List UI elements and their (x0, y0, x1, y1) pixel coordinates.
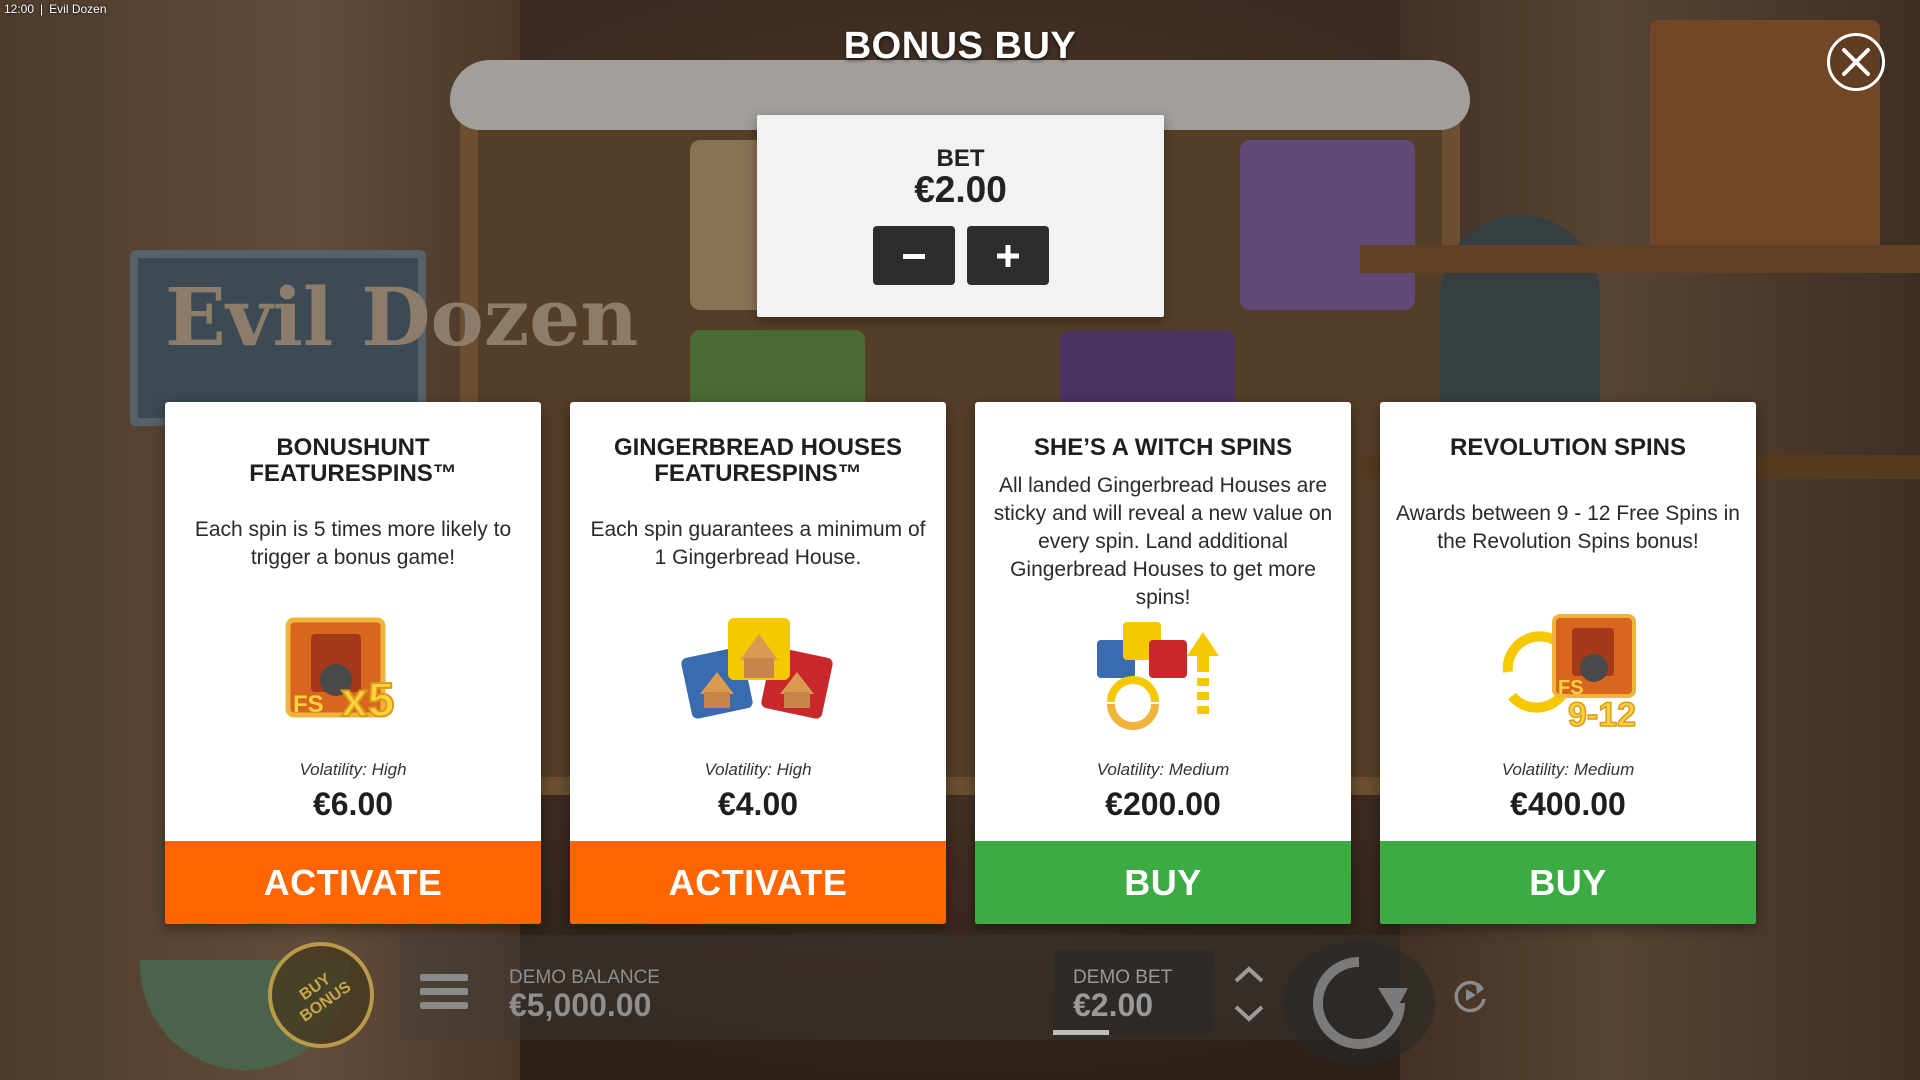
card-title: GINGERBREAD HOUSES FEATURESPINS™ (613, 434, 903, 487)
card-price: €4.00 (717, 786, 799, 822)
card-price: €200.00 (1105, 786, 1221, 822)
witch-spins-icon (1097, 622, 1219, 730)
demo-bet-indicator (1053, 1030, 1109, 1035)
buy-button[interactable]: BUY (1380, 841, 1756, 924)
bonus-card-gingerbread-houses: GINGERBREAD HOUSES FEATURESPINS™ Each sp… (570, 402, 946, 924)
demo-bet-label: DEMO BET (1073, 967, 1173, 988)
svg-text:FS: FS (293, 691, 324, 718)
volatility-label: Volatility: High (704, 760, 812, 779)
hamburger-menu-icon[interactable] (420, 974, 468, 1014)
card-title: BONUSHUNT FEATURESPINS™ (249, 434, 457, 487)
buy-bonus-button[interactable]: BUY BONUS (268, 942, 374, 1048)
demo-bet-value: €2.00 (1073, 987, 1154, 1023)
bonus-card-witch-spins: SHE’S A WITCH SPINS All landed Gingerbre… (975, 402, 1351, 924)
card-title: REVOLUTION SPINS (1449, 434, 1687, 461)
page-title: BONUS BUY (843, 25, 1077, 67)
buy-button[interactable]: BUY (975, 841, 1351, 924)
autoplay-icon[interactable] (1450, 975, 1490, 1015)
close-button[interactable] (1827, 33, 1885, 91)
card-title: SHE’S A WITCH SPINS (1033, 434, 1293, 461)
featurespins-x5-icon: FS x5 (285, 617, 395, 728)
minus-icon (903, 253, 925, 259)
card-price: €6.00 (312, 786, 394, 822)
bonus-card-revolution-spins: REVOLUTION SPINS Awards between 9 - 12 F… (1380, 402, 1756, 924)
bet-panel: BET €2.00 (757, 115, 1164, 317)
svg-text:x5: x5 (341, 674, 394, 727)
decrease-bet-button[interactable] (873, 226, 955, 285)
separator: | (40, 2, 44, 16)
spin-icon (1313, 957, 1408, 1049)
volatility-label: Volatility: Medium (1501, 760, 1635, 779)
bet-up-down-icon[interactable] (1232, 963, 1266, 1025)
card-description: Each spin is 5 times more likely to trig… (194, 518, 512, 569)
window-title: Evil Dozen (49, 2, 107, 16)
gingerbread-houses-icon (681, 618, 833, 719)
card-description: All landed Gingerbread Houses are sticky… (993, 474, 1333, 609)
volatility-label: Volatility: High (299, 760, 407, 779)
demo-balance-value: €5,000.00 (509, 987, 652, 1023)
revolution-spins-icon: FS 9-12 (1502, 614, 1637, 732)
card-description: Each spin guarantees a minimum of 1 Ging… (590, 518, 926, 569)
demo-balance-label: DEMO BALANCE (509, 967, 660, 988)
buy-bonus-label: BUY BONUS (296, 970, 355, 1026)
plus-icon (997, 244, 1019, 267)
close-icon (1842, 48, 1870, 76)
card-price: €400.00 (1510, 786, 1626, 822)
status-bar: 12:00 | Evil Dozen (0, 0, 107, 18)
svg-text:9-12: 9-12 (1568, 696, 1636, 732)
bonus-card-bonushunt: BONUSHUNT FEATURESPINS™ Each spin is 5 t… (165, 402, 541, 924)
clock: 12:00 (4, 2, 35, 16)
bet-value: €2.00 (914, 169, 1007, 210)
spin-button[interactable] (1283, 941, 1435, 1065)
increase-bet-button[interactable] (967, 226, 1049, 285)
card-description: Awards between 9 - 12 Free Spins in the … (1396, 502, 1740, 553)
volatility-label: Volatility: Medium (1096, 760, 1230, 779)
activate-button[interactable]: ACTIVATE (165, 841, 541, 924)
activate-button[interactable]: ACTIVATE (570, 841, 946, 924)
